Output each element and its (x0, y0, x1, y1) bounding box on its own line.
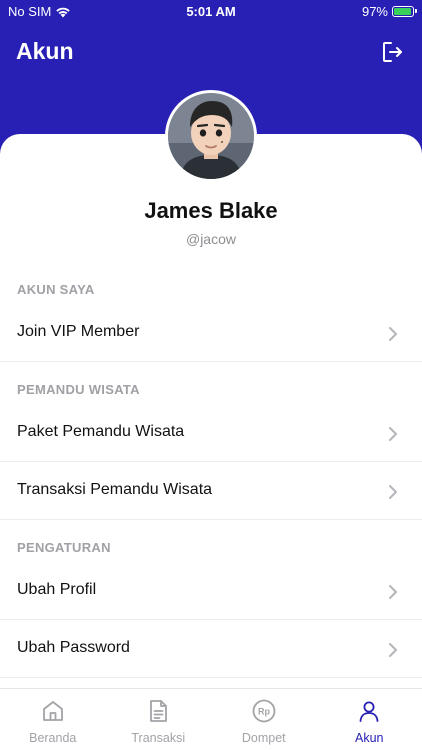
tab-label: Dompet (241, 731, 286, 745)
menu-item-join-vip[interactable]: Join VIP Member (0, 304, 422, 362)
tab-label: Akun (355, 731, 384, 745)
section-label-akun-saya: AKUN SAYA (17, 282, 95, 297)
tab-bar: Beranda Transaksi Rp Dompet Akun (0, 688, 422, 750)
tab-label: Transaksi (131, 731, 186, 745)
menu-item-label: Ubah Profil (17, 581, 97, 598)
rupiah-coin-icon: Rp (252, 699, 276, 723)
tab-beranda[interactable]: Beranda (0, 689, 106, 750)
status-time: 5:01 AM (186, 4, 236, 19)
chevron-right-icon (389, 643, 397, 657)
page-title: Akun (16, 38, 74, 64)
battery-fill (394, 8, 412, 15)
avatar[interactable] (165, 90, 257, 182)
section-label-pengaturan: PENGATURAN (17, 540, 111, 555)
rupiah-text: Rp (258, 707, 270, 717)
menu-item-label: Ubah Password (17, 639, 130, 656)
chevron-right-icon (389, 485, 397, 499)
home-icon (42, 701, 63, 721)
tab-dompet[interactable]: Rp Dompet (211, 689, 317, 750)
chevron-right-icon (389, 585, 397, 599)
chevron-right-icon (389, 327, 397, 341)
profile-username: @jacow (185, 231, 236, 247)
menu-item-label: Join VIP Member (17, 323, 140, 340)
section-label-pemandu-wisata: PEMANDU WISATA (17, 382, 140, 397)
menu-item-ubah-profil[interactable]: Ubah Profil (0, 562, 422, 620)
tab-akun[interactable]: Akun (317, 689, 422, 750)
user-icon (359, 701, 379, 722)
tab-label: Beranda (29, 731, 77, 745)
menu-item-transaksi-pemandu-wisata[interactable]: Transaksi Pemandu Wisata (0, 462, 422, 520)
status-right: 97% (361, 4, 417, 19)
avatar-image (168, 93, 254, 179)
battery-percent: 97% (361, 4, 388, 19)
menu-item-ubah-password[interactable]: Ubah Password (0, 620, 422, 678)
menu-item-paket-pemandu-wisata[interactable]: Paket Pemandu Wisata (0, 404, 422, 462)
battery-icon (392, 6, 417, 17)
menu-item-label: Paket Pemandu Wisata (17, 423, 185, 440)
status-bar: No SIM 5:01 AM 97% (0, 0, 422, 24)
logout-icon[interactable] (380, 40, 404, 64)
profile-name: James Blake (144, 198, 278, 223)
document-icon (150, 700, 168, 722)
chevron-right-icon (389, 427, 397, 441)
menu-item-label: Transaksi Pemandu Wisata (17, 481, 213, 498)
tab-transaksi[interactable]: Transaksi (106, 689, 212, 750)
